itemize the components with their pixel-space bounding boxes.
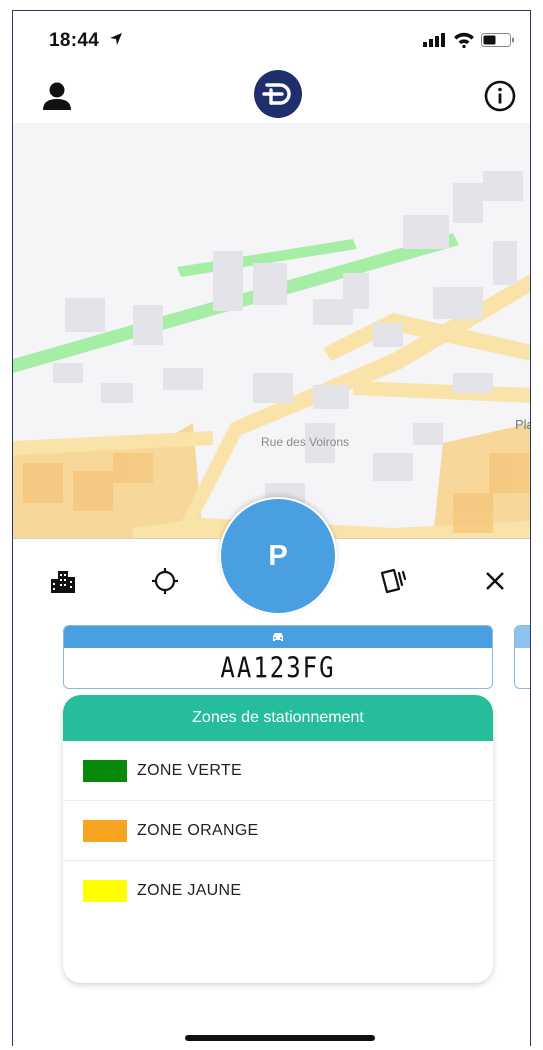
cellular-signal-icon (423, 33, 445, 47)
car-icon (273, 632, 283, 641)
zone-row-jaune[interactable]: ZONE JAUNE (63, 861, 493, 920)
app-frame: 18:44 Rue des Voirons Pl P AA123FG Zones… (12, 10, 531, 1046)
zone-row-verte[interactable]: ZONE VERTE (63, 741, 493, 801)
logo-icon (254, 70, 302, 118)
status-bar: 18:44 (13, 11, 530, 63)
location-arrow-icon (110, 33, 122, 45)
parking-button[interactable]: P (221, 499, 335, 613)
user-icon[interactable] (41, 81, 73, 111)
battery-icon (481, 33, 514, 47)
plate-card[interactable]: AA123FG (63, 625, 493, 689)
locate-icon[interactable] (151, 567, 179, 595)
close-icon[interactable] (481, 567, 509, 595)
wifi-icon (454, 32, 474, 48)
info-icon[interactable] (483, 79, 517, 113)
map-view[interactable]: Rue des Voirons Plac (13, 123, 530, 538)
zone-label: ZONE VERTE (137, 761, 242, 779)
next-plate-card[interactable] (514, 625, 530, 689)
zones-title: Zones de stationnement (63, 695, 493, 741)
parking-button-label: P (268, 539, 288, 572)
street-label: Rue des Voirons (261, 435, 350, 449)
zone-label: ZONE ORANGE (137, 821, 259, 839)
zone-swatch-orange (83, 819, 127, 842)
plate-number: AA123FG (220, 651, 336, 685)
ticket-icon[interactable] (379, 567, 407, 595)
place-label: Plac (515, 417, 530, 432)
zone-swatch-green (83, 759, 127, 782)
zone-swatch-yellow (83, 879, 127, 902)
zones-card: Zones de stationnement ZONE VERTE ZONE O… (63, 695, 493, 983)
home-indicator[interactable] (185, 1035, 375, 1041)
city-icon[interactable] (49, 567, 77, 595)
status-time: 18:44 (49, 30, 100, 51)
zone-label: ZONE JAUNE (137, 881, 242, 899)
map-canvas (13, 123, 530, 538)
zone-row-orange[interactable]: ZONE ORANGE (63, 801, 493, 861)
